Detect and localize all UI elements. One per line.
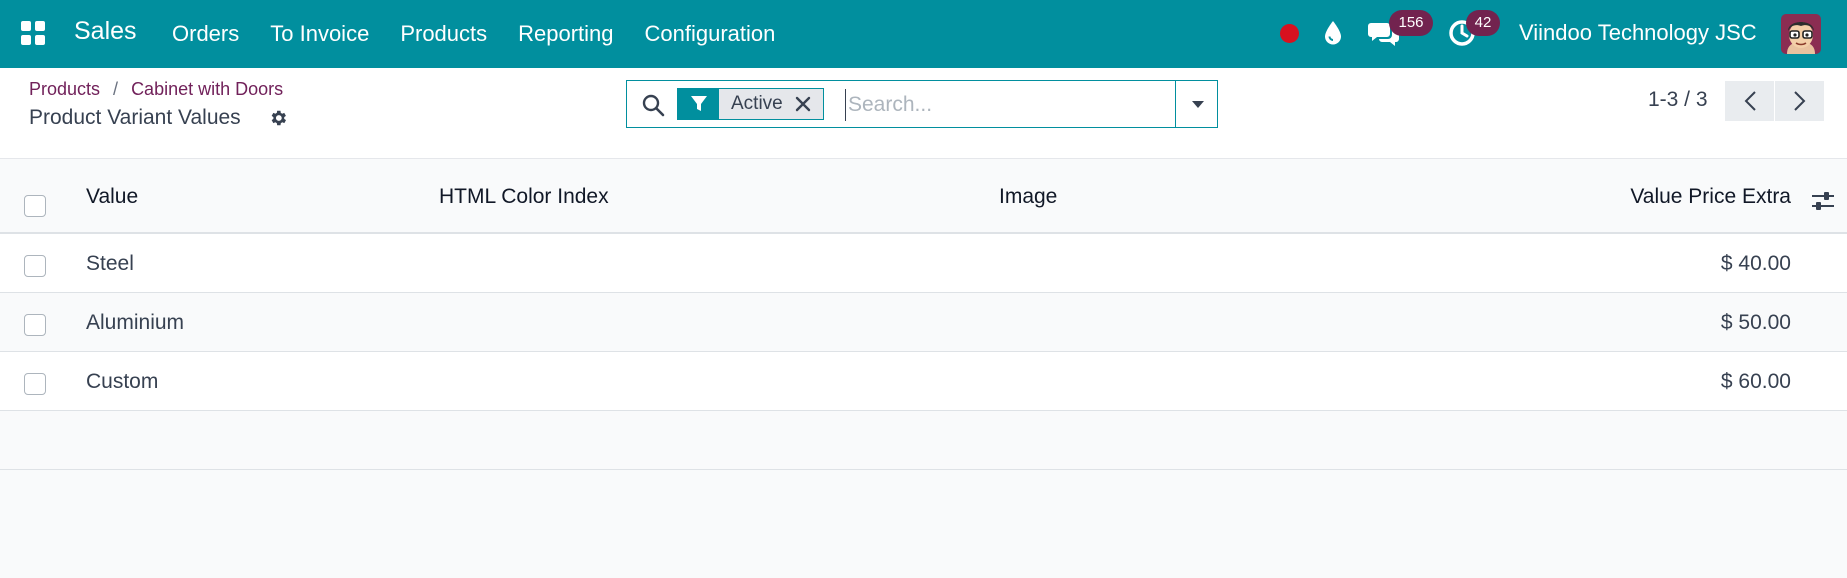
search-panel-toggle[interactable] bbox=[1175, 80, 1219, 128]
menu-item-to-invoice[interactable]: To Invoice bbox=[270, 21, 369, 47]
list-view: Value HTML Color Index Image Value Price… bbox=[0, 159, 1847, 470]
apps-grid-icon[interactable] bbox=[21, 21, 46, 46]
cell-value: Custom bbox=[86, 370, 159, 393]
column-header-html-color-index[interactable]: HTML Color Index bbox=[439, 185, 609, 209]
filter-icon bbox=[678, 89, 719, 119]
column-header-image[interactable]: Image bbox=[999, 185, 1057, 209]
chevron-right-icon bbox=[1793, 91, 1805, 111]
pager-next-button[interactable] bbox=[1775, 81, 1824, 121]
row-checkbox[interactable] bbox=[24, 314, 46, 336]
cell-price-extra: $ 60.00 bbox=[1720, 370, 1791, 393]
row-checkbox[interactable] bbox=[24, 373, 46, 395]
main-menu: Orders To Invoice Products Reporting Con… bbox=[172, 0, 806, 68]
search-icon[interactable] bbox=[641, 93, 665, 117]
chevron-left-icon bbox=[1744, 91, 1756, 111]
gear-icon[interactable] bbox=[268, 108, 288, 128]
facet-label: Active bbox=[719, 89, 795, 119]
table-row[interactable]: Steel $ 40.00 bbox=[0, 234, 1847, 293]
pager-value[interactable]: 1-3 / 3 bbox=[1648, 88, 1708, 112]
cell-price-extra: $ 50.00 bbox=[1720, 311, 1791, 334]
breadcrumb: Products / Cabinet with Doors bbox=[29, 79, 283, 100]
close-icon[interactable] bbox=[794, 89, 823, 119]
column-header-value[interactable]: Value bbox=[86, 185, 138, 209]
table-header: Value HTML Color Index Image Value Price… bbox=[0, 159, 1847, 234]
control-panel: Products / Cabinet with Doors Product Vari… bbox=[0, 68, 1847, 159]
column-header-value-price-extra[interactable]: Value Price Extra bbox=[1630, 185, 1791, 209]
search-box: Active bbox=[626, 80, 1218, 128]
recording-dot-icon[interactable] bbox=[1280, 24, 1299, 43]
select-all-checkbox[interactable] bbox=[24, 195, 46, 217]
activities-count-badge: 42 bbox=[1466, 10, 1500, 36]
breadcrumb-products[interactable]: Products bbox=[29, 79, 100, 99]
app-brand[interactable]: Sales bbox=[74, 17, 137, 46]
page-title: Product Variant Values bbox=[29, 106, 241, 129]
cell-value: Aluminium bbox=[86, 311, 185, 334]
caret-down-icon bbox=[1191, 100, 1204, 108]
breadcrumb-cabinet-with-doors[interactable]: Cabinet with Doors bbox=[131, 79, 283, 99]
table-row[interactable]: Aluminium $ 50.00 bbox=[0, 293, 1847, 352]
water-drop-icon[interactable] bbox=[1322, 20, 1344, 46]
company-switcher[interactable]: Viindoo Technology JSC bbox=[1519, 20, 1757, 46]
menu-item-configuration[interactable]: Configuration bbox=[645, 21, 776, 47]
sliders-icon[interactable] bbox=[1811, 190, 1835, 212]
user-avatar[interactable] bbox=[1781, 14, 1821, 54]
search-facet-active[interactable]: Active bbox=[677, 88, 824, 120]
empty-table-row bbox=[0, 411, 1847, 470]
top-navbar: Sales Orders To Invoice Products Reporti… bbox=[0, 0, 1847, 68]
menu-item-products[interactable]: Products bbox=[400, 21, 487, 47]
cell-price-extra: $ 40.00 bbox=[1720, 252, 1791, 275]
breadcrumb-separator: / bbox=[113, 79, 119, 99]
search-input[interactable] bbox=[845, 89, 1190, 121]
messages-count-badge: 156 bbox=[1389, 10, 1433, 36]
row-checkbox[interactable] bbox=[24, 255, 46, 277]
table-row[interactable]: Custom $ 60.00 bbox=[0, 352, 1847, 411]
menu-item-reporting[interactable]: Reporting bbox=[518, 21, 613, 47]
pager-previous-button[interactable] bbox=[1725, 81, 1774, 121]
menu-item-orders[interactable]: Orders bbox=[172, 21, 239, 47]
cell-value: Steel bbox=[86, 252, 134, 275]
